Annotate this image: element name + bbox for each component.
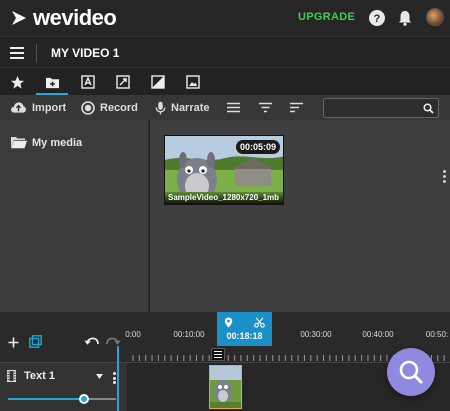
add-track-icon[interactable] — [8, 337, 19, 348]
help-icon[interactable]: ? — [368, 9, 386, 27]
record-button[interactable]: Record — [81, 99, 138, 116]
record-icon — [81, 100, 95, 115]
search-input[interactable] — [327, 101, 417, 115]
list-icon — [227, 102, 240, 113]
top-bar: wevideo UPGRADE ? — [0, 0, 450, 37]
import-button[interactable]: Import — [10, 99, 66, 116]
video-filename: SampleVideo_1280x720_1mb — [165, 192, 283, 204]
volume-fill — [8, 398, 84, 400]
location-pin-icon[interactable] — [224, 317, 233, 328]
upgrade-button[interactable]: UPGRADE — [298, 11, 355, 23]
playhead-line — [117, 346, 119, 411]
tab-text[interactable] — [78, 73, 98, 91]
avatar[interactable] — [426, 8, 444, 26]
project-title[interactable]: MY VIDEO 1 — [51, 46, 119, 60]
divider — [36, 44, 37, 62]
floating-search-button[interactable] — [387, 348, 435, 396]
scissors-icon[interactable] — [254, 317, 265, 328]
wevideo-logo[interactable]: wevideo — [10, 5, 117, 30]
tick-label: 0:00 — [125, 330, 141, 339]
tab-backgrounds[interactable] — [148, 73, 168, 91]
search-icon[interactable] — [423, 103, 434, 114]
tick-label: 00:10:00 — [173, 330, 205, 339]
track-header: Text 1 — [0, 362, 127, 411]
bell-icon[interactable] — [396, 9, 414, 27]
tick-label: 00:50: — [425, 330, 449, 339]
track-name[interactable]: Text 1 — [24, 370, 55, 382]
filter-button[interactable] — [259, 99, 277, 116]
cloud-upload-icon — [11, 102, 26, 113]
import-label: Import — [32, 101, 67, 114]
list-view-button[interactable] — [227, 99, 245, 116]
text-icon — [81, 75, 95, 89]
playhead-handle[interactable]: 00:18:18 — [217, 312, 272, 346]
tick-label: 00:40:00 — [362, 330, 394, 339]
microphone-icon — [155, 101, 166, 114]
track-options-button[interactable] — [113, 372, 116, 384]
tick-label: 00:30:00 — [300, 330, 332, 339]
tab-images[interactable] — [183, 73, 203, 91]
playhead-time: 00:18:18 — [226, 331, 263, 341]
record-label: Record — [100, 101, 138, 114]
sort-icon — [290, 102, 303, 113]
filter-icon — [259, 102, 272, 113]
clip-menu-button[interactable] — [211, 348, 225, 361]
folder-my-media[interactable]: My media — [10, 136, 82, 149]
media-toolbar: Import Record Narrate — [0, 95, 450, 120]
timeline-tools — [0, 312, 127, 362]
clip-thumbnail — [210, 366, 241, 408]
backgrounds-icon — [151, 75, 165, 89]
video-duration-badge: 00:05:09 — [235, 140, 280, 154]
wevideo-editor: wevideo UPGRADE ? MY VIDEO 1 Import Reco… — [0, 0, 450, 411]
svg-text:?: ? — [374, 13, 381, 25]
timeline: 0:00 00:10:00 00:30:00 00:40:00 00:50: 0… — [0, 312, 450, 411]
undo-icon[interactable] — [84, 336, 99, 347]
chevron-down-icon[interactable] — [96, 374, 103, 379]
timeline-clip[interactable] — [209, 365, 242, 409]
tab-transitions[interactable] — [113, 73, 133, 91]
menu-icon[interactable] — [10, 47, 24, 59]
title-bar: MY VIDEO 1 — [0, 38, 450, 68]
film-strip-icon — [7, 370, 16, 382]
panel-resize-handle[interactable] — [443, 170, 447, 184]
volume-slider[interactable] — [8, 394, 116, 404]
search-icon — [399, 360, 424, 385]
media-search[interactable] — [323, 98, 439, 118]
tab-my-media[interactable] — [36, 73, 68, 95]
folder-icon — [11, 137, 27, 149]
snap-icon[interactable] — [29, 335, 42, 348]
narrate-button[interactable]: Narrate — [155, 99, 210, 116]
media-grid: 00:05:09 SampleVideo_1280x720_1mb — [150, 120, 450, 312]
media-tabs — [0, 69, 450, 95]
logo-mark-icon — [12, 11, 26, 25]
logo-text: wevideo — [33, 5, 117, 30]
sort-button[interactable] — [290, 99, 308, 116]
media-item[interactable]: 00:05:09 SampleVideo_1280x720_1mb — [164, 135, 284, 205]
media-folder-panel: My media — [0, 120, 149, 312]
volume-knob[interactable] — [78, 394, 89, 404]
tab-favorites[interactable] — [7, 73, 27, 91]
narrate-label: Narrate — [171, 101, 210, 114]
star-icon — [10, 75, 24, 89]
images-icon — [186, 75, 200, 89]
transitions-icon — [116, 75, 130, 89]
folder-label: My media — [32, 136, 83, 149]
folder-plus-icon — [45, 77, 59, 88]
